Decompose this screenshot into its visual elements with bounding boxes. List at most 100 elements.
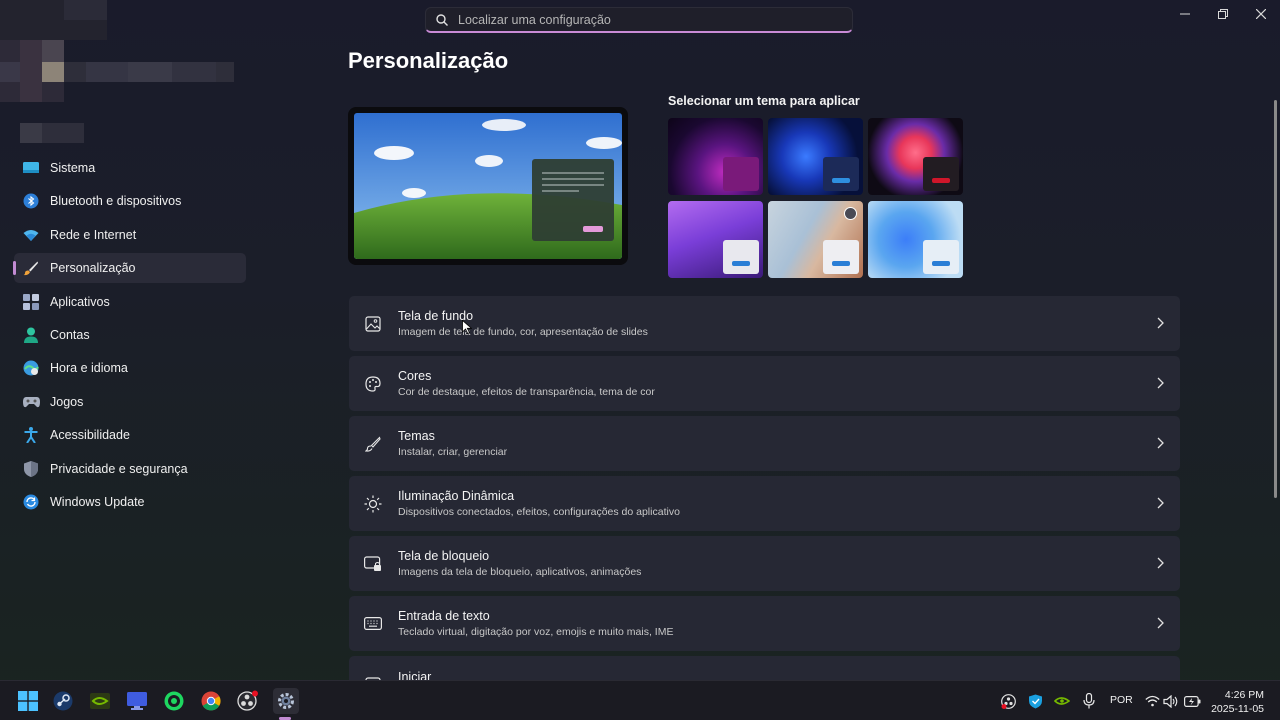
- theme-thumbnail[interactable]: [868, 118, 963, 195]
- chevron-right-icon: [1157, 617, 1164, 629]
- setting-subtitle: Imagens da tela de bloqueio, aplicativos…: [398, 566, 642, 578]
- taskbar-nvidia[interactable]: [88, 689, 112, 713]
- language-indicator[interactable]: POR: [1110, 694, 1133, 706]
- taskbar-spotify[interactable]: [162, 689, 186, 713]
- theme-section-label: Selecionar um tema para aplicar: [668, 94, 860, 108]
- mouse-cursor-icon: [462, 320, 472, 334]
- user-profile-blurred[interactable]: [0, 0, 240, 150]
- sidebar-item-label: Sistema: [50, 161, 96, 175]
- window-controls: [1166, 0, 1280, 28]
- system-icon: [22, 159, 40, 177]
- setting-title: Iluminação Dinâmica: [398, 489, 515, 503]
- sidebar-item-hora-idioma[interactable]: Hora e idioma: [14, 353, 246, 383]
- obs-icon: [237, 690, 258, 711]
- sidebar-item-contas[interactable]: Contas: [14, 320, 246, 350]
- sidebar-item-label: Aplicativos: [50, 294, 110, 309]
- setting-row-tela-de-fundo[interactable]: Tela de fundo Imagem de tela de fundo, c…: [349, 296, 1180, 351]
- volume-icon: [1162, 694, 1177, 708]
- taskbar: POR 4:26 PM 2025-11-05: [0, 680, 1280, 720]
- apps-icon: [22, 293, 40, 311]
- taskbar-steam[interactable]: [51, 689, 75, 713]
- bluetooth-icon: [22, 192, 40, 210]
- sun-icon: [363, 494, 383, 514]
- lock-screen-icon: [363, 554, 383, 574]
- sidebar-item-windows-update[interactable]: Windows Update: [14, 487, 246, 517]
- settings-list: Tela de fundo Imagem de tela de fundo, c…: [349, 296, 1180, 680]
- setting-row-temas[interactable]: Temas Instalar, criar, gerenciar: [349, 416, 1180, 471]
- chevron-right-icon: [1157, 497, 1164, 509]
- tray-nvidia[interactable]: [1053, 689, 1071, 713]
- setting-row-iluminacao-dinamica[interactable]: Iluminação Dinâmica Dispositivos conecta…: [349, 476, 1180, 531]
- update-icon: [22, 493, 40, 511]
- sidebar-item-label: Hora e idioma: [50, 361, 128, 376]
- shield-icon: [22, 460, 40, 478]
- search-box[interactable]: [425, 7, 853, 33]
- theme-thumbnail[interactable]: [668, 118, 763, 195]
- sidebar-item-label: Bluetooth e dispositivos: [50, 194, 182, 209]
- sidebar-item-acessibilidade[interactable]: Acessibilidade: [14, 420, 246, 450]
- nvidia-icon: [90, 693, 110, 709]
- setting-row-iniciar[interactable]: Iniciar: [349, 656, 1180, 680]
- start-button[interactable]: [16, 689, 40, 713]
- setting-subtitle: Cor de destaque, efeitos de transparênci…: [398, 386, 655, 398]
- taskbar-app-monitor[interactable]: [125, 689, 149, 713]
- notification-badge: [252, 690, 258, 697]
- microphone-icon: [1083, 693, 1095, 709]
- minimize-button[interactable]: [1166, 0, 1204, 28]
- security-shield-icon: [1028, 694, 1042, 708]
- sidebar-item-label: Jogos: [50, 394, 84, 409]
- sidebar-item-jogos[interactable]: Jogos: [14, 387, 246, 417]
- scrollbar[interactable]: [1274, 100, 1277, 498]
- sidebar-item-rede[interactable]: Rede e Internet: [14, 220, 246, 250]
- taskbar-settings[interactable]: [273, 688, 299, 714]
- sidebar-item-personalizacao[interactable]: Personalização: [13, 253, 246, 284]
- nvidia-tray-icon: [1054, 697, 1070, 705]
- setting-subtitle: Imagem de tela de fundo, cor, apresentaç…: [398, 326, 648, 338]
- setting-title: Tela de bloqueio: [398, 549, 490, 563]
- setting-title: Iniciar: [398, 670, 432, 680]
- sidebar-item-sistema[interactable]: Sistema: [14, 153, 246, 183]
- wifi-icon: [22, 226, 40, 244]
- setting-subtitle: Teclado virtual, digitação por voz, emoj…: [398, 626, 674, 638]
- windows-logo-icon: [18, 691, 38, 711]
- theme-preview: [348, 107, 628, 265]
- tray-microphone[interactable]: [1080, 689, 1098, 713]
- sidebar-item-label: Windows Update: [50, 494, 145, 509]
- theme-thumbnail[interactable]: [768, 118, 863, 195]
- theme-thumbnail[interactable]: [668, 201, 763, 278]
- sidebar-item-label: Personalização: [50, 261, 136, 276]
- minimize-icon: [1180, 13, 1190, 15]
- setting-title: Cores: [398, 369, 432, 383]
- setting-row-cores[interactable]: Cores Cor de destaque, efeitos de transp…: [349, 356, 1180, 411]
- search-icon: [436, 13, 448, 26]
- tray-obs[interactable]: [999, 689, 1017, 713]
- theme-thumbnail[interactable]: [768, 201, 863, 278]
- taskbar-chrome[interactable]: [199, 689, 223, 713]
- setting-title: Entrada de texto: [398, 609, 490, 623]
- tray-wifi[interactable]: [1143, 689, 1161, 713]
- system-clock[interactable]: 4:26 PM 2025-11-05: [1211, 688, 1264, 716]
- sidebar-item-aplicativos[interactable]: Aplicativos: [14, 287, 246, 317]
- setting-row-entrada-de-texto[interactable]: Entrada de texto Teclado virtual, digita…: [349, 596, 1180, 651]
- tray-volume[interactable]: [1161, 689, 1179, 713]
- obs-tray-icon: [1000, 693, 1016, 709]
- spotify-like-icon: [164, 691, 184, 711]
- tray-battery[interactable]: [1183, 689, 1201, 713]
- tray-security[interactable]: [1026, 689, 1044, 713]
- maximize-button[interactable]: [1204, 0, 1242, 28]
- account-icon: [22, 326, 40, 344]
- gear-icon: [278, 693, 294, 709]
- brush-icon: [22, 259, 40, 277]
- sidebar-item-bluetooth[interactable]: Bluetooth e dispositivos: [14, 186, 246, 216]
- gamepad-icon: [22, 393, 40, 411]
- restore-icon: [1218, 9, 1228, 19]
- search-input[interactable]: [458, 12, 838, 27]
- chevron-right-icon: [1157, 437, 1164, 449]
- close-button[interactable]: [1242, 0, 1280, 28]
- setting-row-tela-de-bloqueio[interactable]: Tela de bloqueio Imagens da tela de bloq…: [349, 536, 1180, 591]
- theme-thumbnail[interactable]: [868, 201, 963, 278]
- image-icon: [363, 314, 383, 334]
- taskbar-obs[interactable]: [236, 689, 260, 713]
- close-icon: [1256, 9, 1266, 19]
- sidebar-item-privacidade[interactable]: Privacidade e segurança: [14, 454, 246, 484]
